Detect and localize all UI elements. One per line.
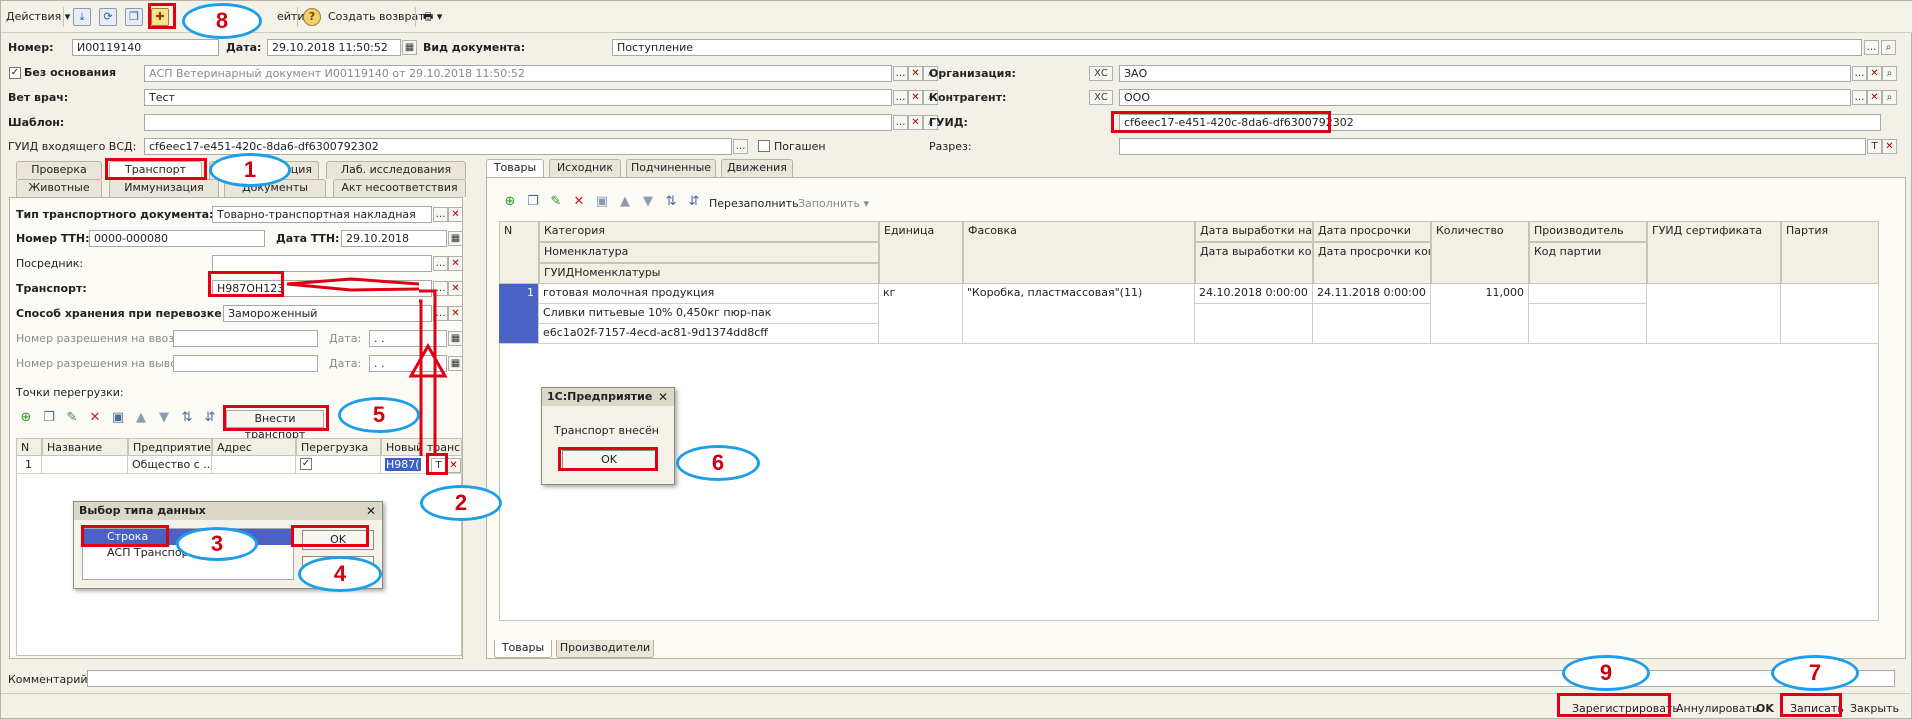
annotation-3: 3 — [176, 527, 258, 561]
annotation-4: 4 — [298, 556, 382, 592]
annotation-6: 6 — [676, 445, 760, 481]
annotation-9: 9 — [1562, 655, 1650, 691]
document-window: Действия ▾ ⤓ ⟳ ❐ ✚ ейти ▾ ? Создать возв… — [0, 0, 1912, 719]
annotation-1: 1 — [209, 153, 291, 187]
annotation-8: 8 — [182, 3, 262, 39]
annotation-arrow — [286, 277, 448, 456]
annotation-2: 2 — [420, 485, 502, 521]
annotation-7: 7 — [1771, 655, 1859, 691]
annotation-5: 5 — [338, 397, 420, 433]
